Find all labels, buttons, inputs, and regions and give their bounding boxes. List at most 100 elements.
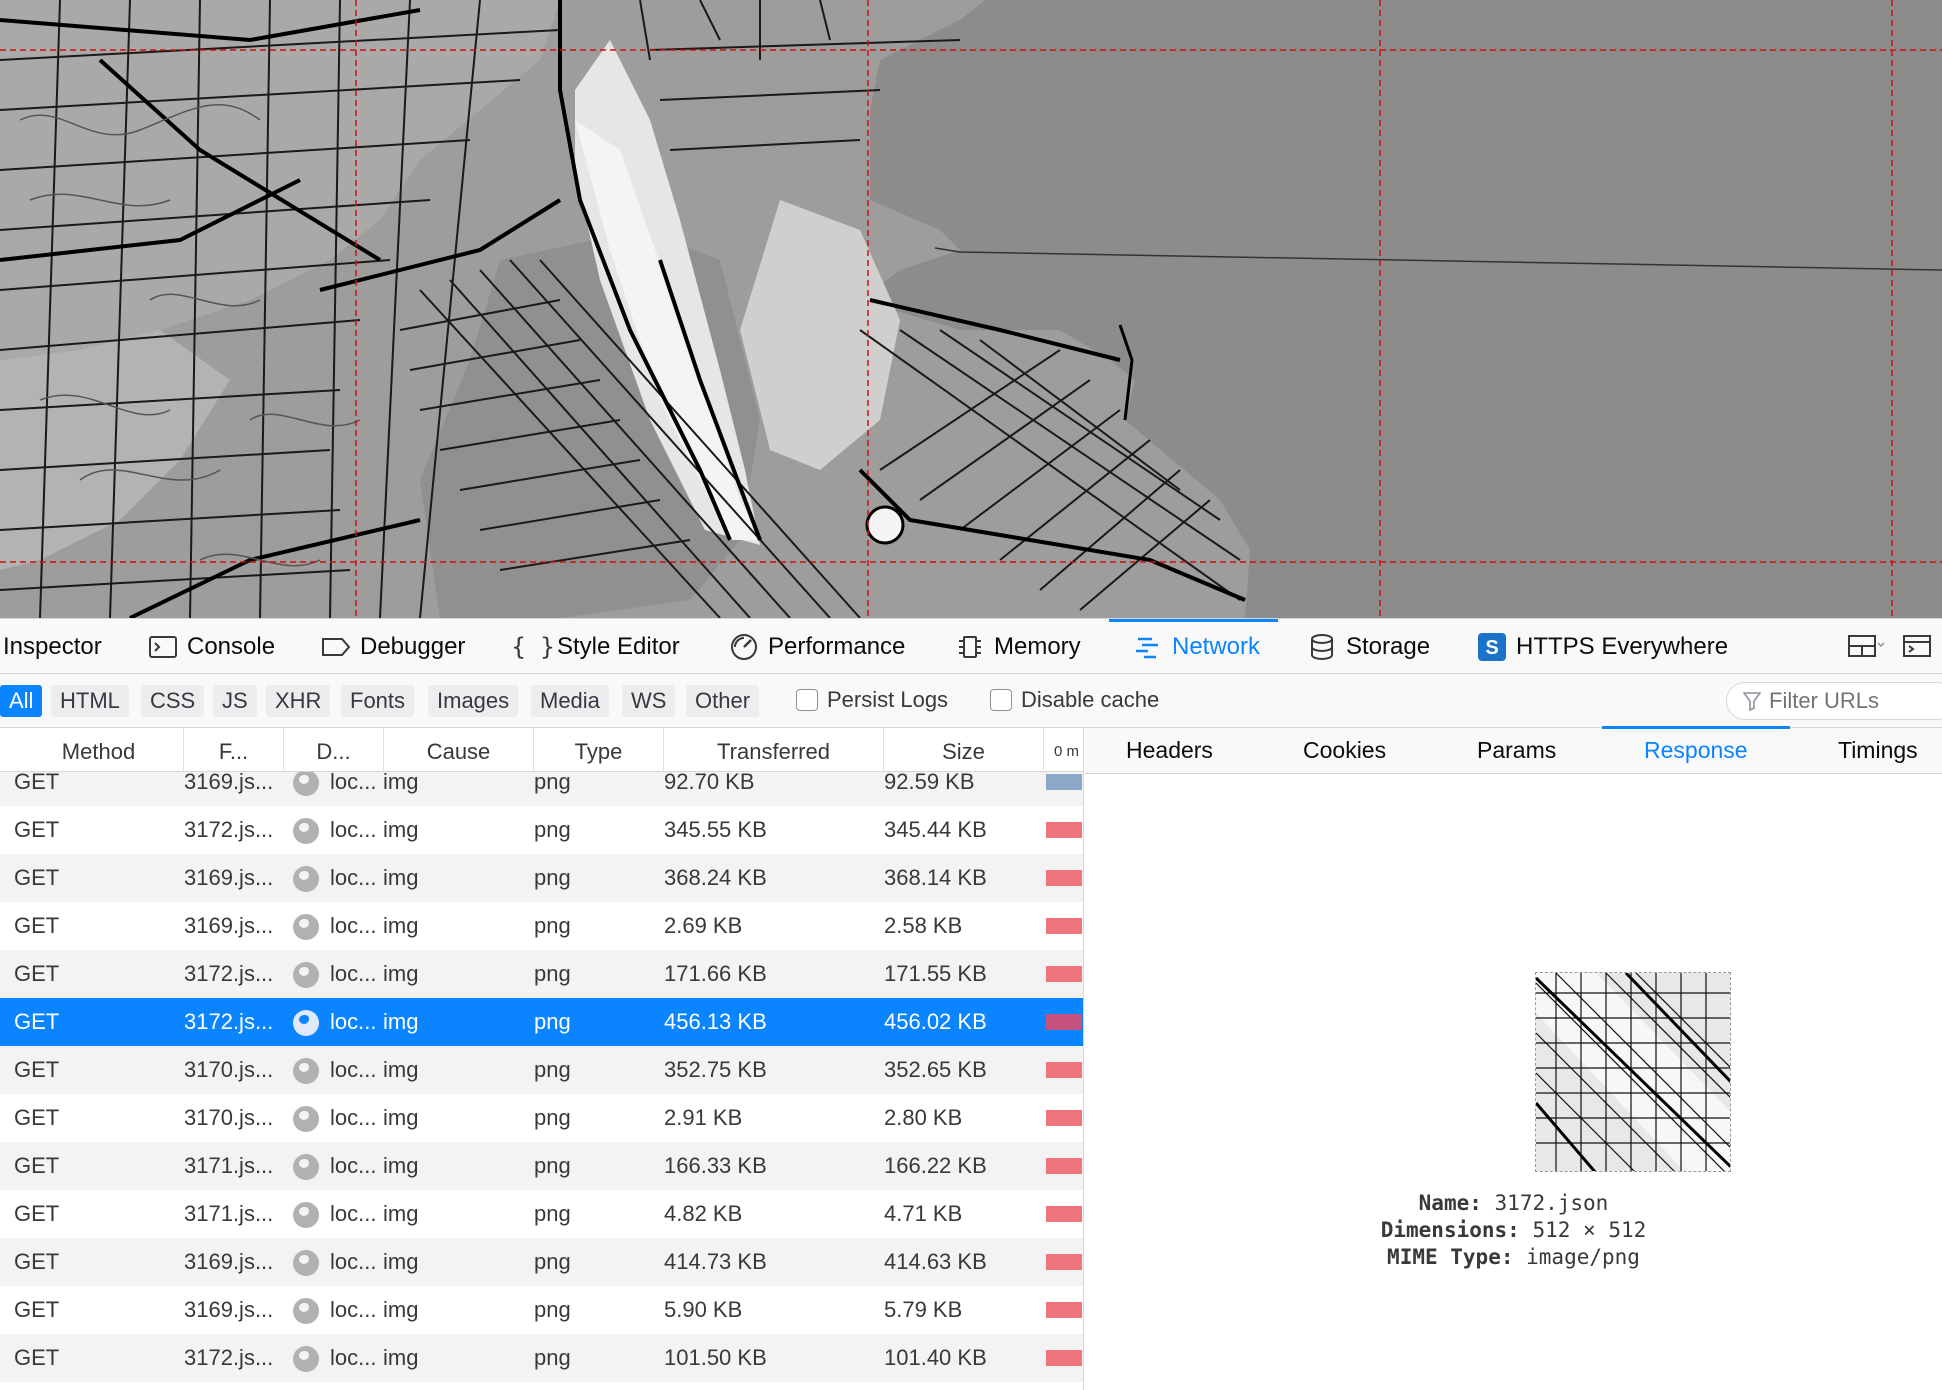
persist-logs-checkbox[interactable]: Persist Logs <box>796 687 948 713</box>
filter-all-button[interactable]: All <box>0 685 43 717</box>
tab-storage[interactable]: Storage <box>1307 619 1430 674</box>
table-row[interactable]: GET 3171.js... loc... img png 166.33 KB 166.22… <box>0 1142 1083 1190</box>
split-console-icon <box>1903 635 1931 657</box>
cell-type: png <box>534 1345 571 1370</box>
response-image-meta: Name: 3172.json Dimensions: 512 × 512 MI… <box>1085 1190 1942 1271</box>
filter-html-button[interactable]: HTML <box>51 685 129 717</box>
waterfall-bar <box>1046 774 1082 790</box>
table-row[interactable]: GET 3169.js... loc... img png 414.73 KB 414.63… <box>0 1238 1083 1286</box>
tab-network[interactable]: Network <box>1108 619 1279 674</box>
tab-memory[interactable]: Memory <box>955 619 1081 674</box>
cell-file: 3172.js... <box>184 1009 274 1034</box>
cell-method: GET <box>14 1345 60 1370</box>
column-size[interactable]: Size <box>884 728 1044 772</box>
column-file[interactable]: F... <box>184 728 284 772</box>
cell-domain: loc... <box>330 865 377 890</box>
cell-domain: loc... <box>330 1009 377 1034</box>
globe-icon <box>293 914 319 940</box>
filter-other-button[interactable]: Other <box>686 685 760 717</box>
tab-params[interactable]: Params <box>1477 728 1556 773</box>
table-row[interactable]: GET 3169.js... loc... img png 5.90 KB 5.79 KB <box>0 1286 1083 1334</box>
column-waterfall[interactable]: 0 m <box>1044 728 1083 772</box>
cell-file: 3169.js... <box>184 913 274 938</box>
cell-transferred: 456.13 KB <box>664 1009 767 1034</box>
checkbox-box[interactable] <box>796 689 818 711</box>
column-transferred[interactable]: Transferred <box>664 728 884 772</box>
tab-label: Debugger <box>360 632 466 660</box>
tab-label: Style Editor <box>557 632 680 660</box>
mime-type-label: MIME Type: <box>1387 1245 1514 1269</box>
globe-icon <box>293 1250 319 1276</box>
image-dimensions: 512 × 512 <box>1532 1218 1647 1242</box>
filter-xhr-button[interactable]: XHR <box>266 685 331 717</box>
tab-timings[interactable]: Timings <box>1838 728 1918 773</box>
filter-js-button[interactable]: JS <box>213 685 257 717</box>
tab-debugger[interactable]: Debugger <box>321 619 465 674</box>
cell-cause: img <box>383 1201 419 1226</box>
table-row[interactable]: GET 3172.js... loc... img png 101.50 KB 101.40… <box>0 1334 1083 1382</box>
column-cause[interactable]: Cause <box>384 728 534 772</box>
tab-style-editor[interactable]: { } Style Editor <box>511 619 680 674</box>
cell-method: GET <box>14 1153 60 1178</box>
cell-domain: loc... <box>330 1382 376 1390</box>
filter-fonts-button[interactable]: Fonts <box>341 685 415 717</box>
table-row[interactable]: GET 3170.js... loc... img png 352.75 KB 352.65… <box>0 1046 1083 1094</box>
filter-ws-button[interactable]: WS <box>622 685 676 717</box>
cell-transferred: 345.55 KB <box>664 817 767 842</box>
cell-file: 3169.js... <box>184 865 274 890</box>
cell-method: GET <box>14 865 60 890</box>
tab-headers[interactable]: Headers <box>1126 728 1213 773</box>
cell-method: GET <box>14 817 60 842</box>
filter-media-button[interactable]: Media <box>531 685 609 717</box>
memory-icon <box>955 632 985 662</box>
network-icon <box>1133 632 1163 662</box>
dock-layout-button[interactable] <box>1847 631 1885 661</box>
column-domain[interactable]: D... <box>284 728 384 772</box>
table-row[interactable]: GET 3171.js... loc... img png 4.82 KB 4.71 KB <box>0 1190 1083 1238</box>
globe-icon <box>293 1010 319 1036</box>
cell-size: 171.55 KB <box>884 961 987 986</box>
filter-urls-input[interactable]: Filter URLs <box>1726 682 1942 720</box>
cell-file: 3171.js... <box>184 1201 274 1226</box>
table-row[interactable]: GET 3169.js... loc... img png 368.24 KB 368.14… <box>0 854 1083 902</box>
disable-cache-label: Disable cache <box>1021 687 1160 712</box>
table-row[interactable]: GET 3172.js... loc... img png 456.13 KB 456.02… <box>0 998 1083 1046</box>
split-console-button[interactable] <box>1902 631 1936 661</box>
table-row[interactable]: GET 3170.js... loc... img png 2.91 KB 2.80 KB <box>0 1094 1083 1142</box>
cell-domain: loc... <box>330 1153 377 1178</box>
filter-icon <box>1743 692 1761 711</box>
globe-icon <box>293 1154 319 1180</box>
column-method[interactable]: Method <box>14 728 184 772</box>
column-type[interactable]: Type <box>534 728 664 772</box>
filter-urls-placeholder: Filter URLs <box>1769 688 1880 713</box>
disable-cache-checkbox[interactable]: Disable cache <box>990 687 1159 713</box>
tab-cookies[interactable]: Cookies <box>1303 728 1386 773</box>
globe-icon <box>293 1298 319 1324</box>
table-row[interactable]: GET 3172.js... loc... img png 345.55 KB 345.44… <box>0 806 1083 854</box>
cell-domain: loc... <box>330 1249 377 1274</box>
checkbox-box[interactable] <box>990 689 1012 711</box>
tab-performance[interactable]: Performance <box>729 619 905 674</box>
image-name: 3172.json <box>1494 1191 1609 1215</box>
table-row[interactable]: GET 3172.js... loc... img png 171.66 KB 171.55… <box>0 950 1083 998</box>
tab-response[interactable]: Response <box>1602 726 1789 773</box>
cell-transferred: 368.24 KB <box>664 865 767 890</box>
globe-icon <box>293 818 319 844</box>
waterfall-bar <box>1046 918 1082 934</box>
tab-console[interactable]: Console <box>148 619 275 674</box>
filter-css-button[interactable]: CSS <box>141 685 205 717</box>
cell-transferred: 166.33 KB <box>664 1153 767 1178</box>
console-icon <box>148 632 178 662</box>
cell-transferred: 5.90 KB <box>664 1297 743 1322</box>
tab-inspector[interactable]: Inspector <box>3 619 102 674</box>
cell-size: 4.71 KB <box>884 1201 963 1226</box>
tab-label: Network <box>1172 632 1261 660</box>
filter-images-button[interactable]: Images <box>428 685 519 717</box>
table-row[interactable]: GET 3169.js... loc... img png 2.69 KB 2.58 KB <box>0 902 1083 950</box>
map-viewport[interactable] <box>0 0 1942 618</box>
cell-size: 2.80 KB <box>884 1105 963 1130</box>
cell-file: 3169.js... <box>184 1249 274 1274</box>
table-row[interactable]: GET 3169.js... loc... img png 220.10 KB 220.01… <box>0 1382 1083 1390</box>
cell-cause: img <box>383 1009 419 1034</box>
tab-https-everywhere[interactable]: S HTTPS Everywhere <box>1477 619 1728 674</box>
